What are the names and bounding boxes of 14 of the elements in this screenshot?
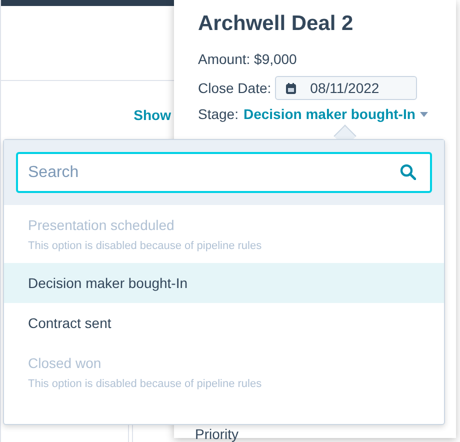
amount-text: Amount: $9,000 (198, 50, 297, 68)
priority-label: Priority (195, 426, 240, 442)
caret-icon (420, 112, 428, 116)
stage-dropdown[interactable]: Decision maker bought-In (243, 104, 428, 124)
dropdown-option[interactable]: Contract sent (4, 303, 444, 343)
deal-title: Archwell Deal 2 (198, 11, 354, 37)
search-icon (400, 164, 416, 180)
dropdown-option[interactable]: Decision maker bought-In (4, 263, 444, 303)
date-field[interactable]: 08/11/2022 (275, 76, 418, 100)
close-date-label: Close Date: (198, 78, 272, 98)
stage-label: Stage: (198, 105, 238, 124)
search-field[interactable]: Search (16, 152, 432, 193)
calendar-icon (286, 82, 296, 94)
show-link[interactable]: Show (134, 105, 171, 126)
